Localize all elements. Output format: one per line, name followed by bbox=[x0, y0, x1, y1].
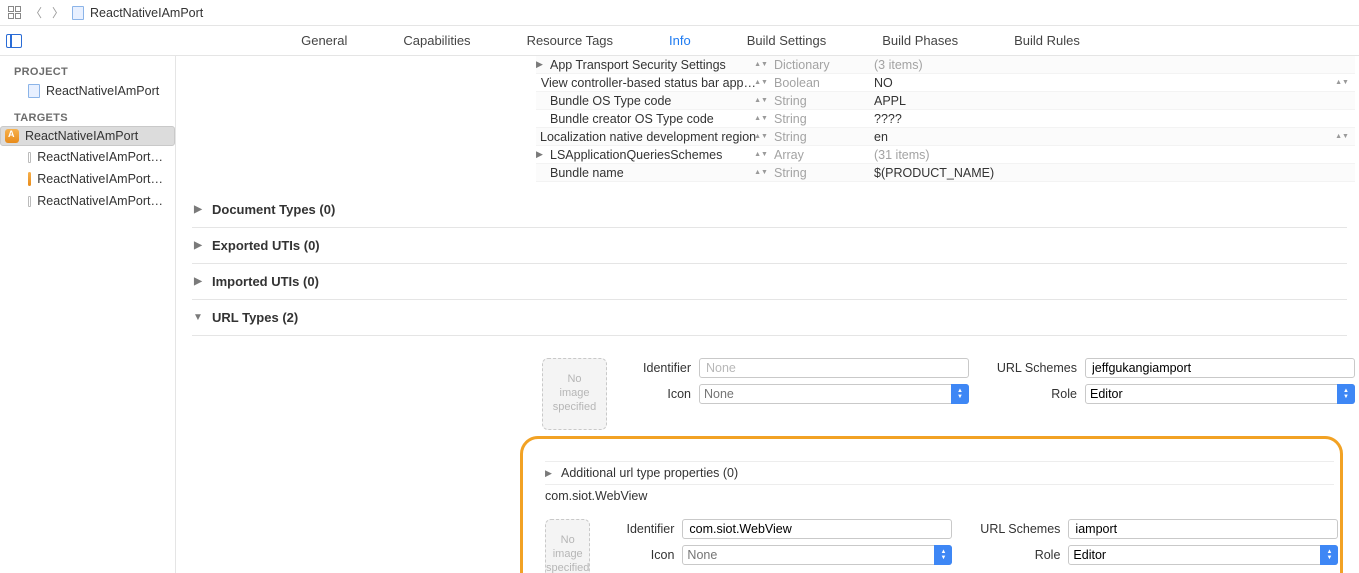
icon-select[interactable] bbox=[699, 384, 969, 404]
bundle-target-icon bbox=[28, 196, 31, 207]
sidebar-target-3[interactable]: ReactNativeIAmPort… bbox=[0, 190, 175, 212]
disclosure-triangle-icon: ▼ bbox=[192, 312, 204, 323]
related-items-icon[interactable] bbox=[8, 6, 22, 20]
disclosure-triangle-icon[interactable]: ▶ bbox=[536, 59, 546, 70]
disclosure-triangle-icon: ▶ bbox=[192, 204, 204, 215]
plist-row[interactable]: Bundle name ▲▼ String $(PRODUCT_NAME) bbox=[536, 164, 1355, 182]
sidebar-heading-targets: TARGETS bbox=[0, 108, 175, 126]
sidebar-item-label: ReactNativeIAmPort bbox=[25, 129, 138, 143]
dropdown-icon[interactable] bbox=[934, 545, 952, 565]
label-identifier: Identifier bbox=[619, 361, 691, 375]
disclosure-triangle-icon: ▶ bbox=[192, 276, 204, 287]
editor-tab-row: General Capabilities Resource Tags Info … bbox=[0, 26, 1359, 56]
nav-forward-icon[interactable]: 〉 bbox=[50, 4, 66, 21]
url-type-entry-0: No image specified Identifier URL Scheme… bbox=[542, 358, 1355, 430]
plist-row[interactable]: Bundle OS Type code ▲▼ String APPL bbox=[536, 92, 1355, 110]
disclosure-triangle-icon: ▶ bbox=[192, 240, 204, 251]
sidebar-item-label: ReactNativeIAmPort… bbox=[37, 150, 163, 164]
breadcrumb-bar: 〈 〉 ReactNativeIAmPort bbox=[0, 0, 1359, 26]
dropdown-icon[interactable] bbox=[1320, 545, 1338, 565]
section-exported-utis[interactable]: ▶ Exported UTIs (0) bbox=[192, 228, 1347, 264]
info-plist-table: ▶App Transport Security Settings ▲▼ Dict… bbox=[536, 56, 1355, 182]
target-editor-tabs: General Capabilities Resource Tags Info … bbox=[22, 27, 1359, 54]
dropdown-icon[interactable] bbox=[951, 384, 969, 404]
plist-row[interactable]: ▶App Transport Security Settings ▲▼ Dict… bbox=[536, 56, 1355, 74]
project-file-icon bbox=[72, 6, 84, 20]
identifier-field[interactable] bbox=[682, 519, 952, 539]
tab-build-rules[interactable]: Build Rules bbox=[1010, 27, 1084, 54]
sidebar-item-label: ReactNativeIAmPort bbox=[46, 84, 159, 98]
tab-general[interactable]: General bbox=[297, 27, 351, 54]
url-type-subtitle: com.siot.WebView bbox=[545, 485, 1334, 509]
url-schemes-field[interactable] bbox=[1068, 519, 1338, 539]
app-target-icon bbox=[28, 172, 31, 186]
value-stepper-icon[interactable]: ▲▼ bbox=[1337, 76, 1347, 90]
project-icon bbox=[28, 84, 40, 98]
identifier-field[interactable] bbox=[699, 358, 969, 378]
sidebar-item-label: ReactNativeIAmPort… bbox=[37, 172, 163, 186]
plist-row[interactable]: View controller-based status bar app… ▲▼… bbox=[536, 74, 1355, 92]
key-stepper-icon[interactable]: ▲▼ bbox=[756, 148, 766, 162]
label-role: Role bbox=[977, 387, 1077, 401]
tab-build-phases[interactable]: Build Phases bbox=[878, 27, 962, 54]
url-type-entry-1: No image specified Identifier URL Scheme… bbox=[545, 519, 1334, 573]
sidebar-item-label: ReactNativeIAmPort… bbox=[37, 194, 163, 208]
sidebar-target-2[interactable]: ReactNativeIAmPort… bbox=[0, 168, 175, 190]
label-url-schemes: URL Schemes bbox=[960, 522, 1060, 536]
bundle-target-icon bbox=[28, 152, 31, 163]
plist-row[interactable]: Bundle creator OS Type code ▲▼ String ??… bbox=[536, 110, 1355, 128]
tab-build-settings[interactable]: Build Settings bbox=[743, 27, 831, 54]
tab-info[interactable]: Info bbox=[665, 27, 695, 54]
nav-back-icon[interactable]: 〈 bbox=[28, 4, 44, 21]
label-icon: Icon bbox=[602, 548, 674, 562]
additional-url-properties[interactable]: ▶ Additional url type properties (0) bbox=[545, 461, 1334, 485]
label-role: Role bbox=[960, 548, 1060, 562]
highlighted-url-type: ▶ Additional url type properties (0) com… bbox=[520, 436, 1343, 573]
url-type-image-well[interactable]: No image specified bbox=[542, 358, 607, 430]
tab-capabilities[interactable]: Capabilities bbox=[399, 27, 474, 54]
disclosure-triangle-icon: ▶ bbox=[545, 468, 555, 479]
label-url-schemes: URL Schemes bbox=[977, 361, 1077, 375]
key-stepper-icon[interactable]: ▲▼ bbox=[756, 94, 766, 108]
sidebar-heading-project: PROJECT bbox=[0, 62, 175, 80]
key-stepper-icon[interactable]: ▲▼ bbox=[756, 76, 766, 90]
sidebar-project-item[interactable]: ReactNativeIAmPort bbox=[0, 80, 175, 102]
label-identifier: Identifier bbox=[602, 522, 674, 536]
key-stepper-icon[interactable]: ▲▼ bbox=[756, 166, 766, 180]
disclosure-triangle-icon[interactable]: ▶ bbox=[536, 149, 546, 160]
app-target-icon bbox=[5, 129, 19, 143]
plist-row[interactable]: Localization native development region ▲… bbox=[536, 128, 1355, 146]
plist-row[interactable]: ▶LSApplicationQueriesSchemes ▲▼ Array (3… bbox=[536, 146, 1355, 164]
key-stepper-icon[interactable]: ▲▼ bbox=[756, 112, 766, 126]
dropdown-icon[interactable] bbox=[1337, 384, 1355, 404]
sidebar-target-1[interactable]: ReactNativeIAmPort… bbox=[0, 146, 175, 168]
role-select[interactable] bbox=[1085, 384, 1355, 404]
info-editor: ▶App Transport Security Settings ▲▼ Dict… bbox=[176, 56, 1359, 573]
tab-resource-tags[interactable]: Resource Tags bbox=[523, 27, 617, 54]
url-schemes-field[interactable] bbox=[1085, 358, 1355, 378]
icon-select[interactable] bbox=[682, 545, 952, 565]
role-select[interactable] bbox=[1068, 545, 1338, 565]
breadcrumb-title[interactable]: ReactNativeIAmPort bbox=[90, 6, 203, 20]
url-type-image-well[interactable]: No image specified bbox=[545, 519, 590, 573]
section-document-types[interactable]: ▶ Document Types (0) bbox=[192, 192, 1347, 228]
section-imported-utis[interactable]: ▶ Imported UTIs (0) bbox=[192, 264, 1347, 300]
key-stepper-icon[interactable]: ▲▼ bbox=[756, 58, 766, 72]
panel-toggle-icon[interactable] bbox=[6, 34, 22, 48]
sidebar-target-0[interactable]: ReactNativeIAmPort bbox=[0, 126, 175, 146]
label-icon: Icon bbox=[619, 387, 691, 401]
value-stepper-icon[interactable]: ▲▼ bbox=[1337, 130, 1347, 144]
project-targets-sidebar: PROJECT ReactNativeIAmPort TARGETS React… bbox=[0, 56, 176, 573]
key-stepper-icon[interactable]: ▲▼ bbox=[756, 130, 766, 144]
section-url-types[interactable]: ▼ URL Types (2) bbox=[192, 300, 1347, 336]
